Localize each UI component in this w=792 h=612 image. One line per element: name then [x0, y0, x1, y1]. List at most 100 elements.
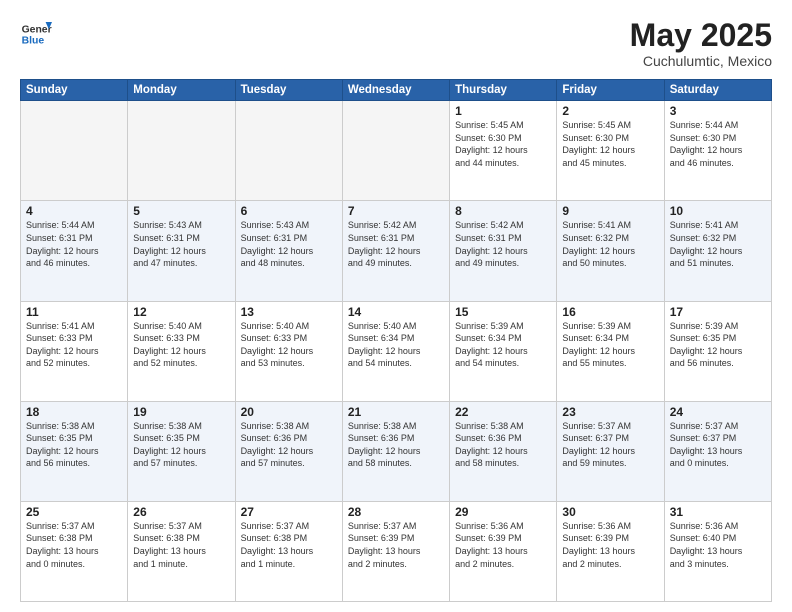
day-info: Sunrise: 5:38 AM Sunset: 6:35 PM Dayligh…	[133, 420, 229, 470]
day-info: Sunrise: 5:39 AM Sunset: 6:35 PM Dayligh…	[670, 320, 766, 370]
day-info: Sunrise: 5:44 AM Sunset: 6:31 PM Dayligh…	[26, 219, 122, 269]
calendar-cell: 30Sunrise: 5:36 AM Sunset: 6:39 PM Dayli…	[557, 501, 664, 601]
week-row-5: 25Sunrise: 5:37 AM Sunset: 6:38 PM Dayli…	[21, 501, 772, 601]
day-info: Sunrise: 5:37 AM Sunset: 6:37 PM Dayligh…	[562, 420, 658, 470]
calendar-cell: 26Sunrise: 5:37 AM Sunset: 6:38 PM Dayli…	[128, 501, 235, 601]
day-number: 25	[26, 505, 122, 519]
calendar-cell: 22Sunrise: 5:38 AM Sunset: 6:36 PM Dayli…	[450, 401, 557, 501]
title-block: May 2025 Cuchulumtic, Mexico	[630, 18, 772, 69]
generalblue-icon: General Blue	[20, 18, 52, 50]
weekday-header-monday: Monday	[128, 80, 235, 101]
day-info: Sunrise: 5:42 AM Sunset: 6:31 PM Dayligh…	[455, 219, 551, 269]
day-number: 1	[455, 104, 551, 118]
day-info: Sunrise: 5:37 AM Sunset: 6:38 PM Dayligh…	[241, 520, 337, 570]
calendar-cell: 5Sunrise: 5:43 AM Sunset: 6:31 PM Daylig…	[128, 201, 235, 301]
day-info: Sunrise: 5:37 AM Sunset: 6:39 PM Dayligh…	[348, 520, 444, 570]
calendar-table: SundayMondayTuesdayWednesdayThursdayFrid…	[20, 79, 772, 602]
calendar-cell: 20Sunrise: 5:38 AM Sunset: 6:36 PM Dayli…	[235, 401, 342, 501]
calendar-title: May 2025	[630, 18, 772, 53]
week-row-2: 4Sunrise: 5:44 AM Sunset: 6:31 PM Daylig…	[21, 201, 772, 301]
calendar-cell: 23Sunrise: 5:37 AM Sunset: 6:37 PM Dayli…	[557, 401, 664, 501]
logo: General Blue	[20, 18, 52, 50]
calendar-cell: 24Sunrise: 5:37 AM Sunset: 6:37 PM Dayli…	[664, 401, 771, 501]
day-number: 23	[562, 405, 658, 419]
day-number: 9	[562, 204, 658, 218]
day-number: 2	[562, 104, 658, 118]
calendar-subtitle: Cuchulumtic, Mexico	[630, 53, 772, 69]
day-info: Sunrise: 5:40 AM Sunset: 6:33 PM Dayligh…	[241, 320, 337, 370]
day-info: Sunrise: 5:45 AM Sunset: 6:30 PM Dayligh…	[455, 119, 551, 169]
day-info: Sunrise: 5:36 AM Sunset: 6:39 PM Dayligh…	[562, 520, 658, 570]
weekday-header-thursday: Thursday	[450, 80, 557, 101]
weekday-header-friday: Friday	[557, 80, 664, 101]
calendar-cell: 27Sunrise: 5:37 AM Sunset: 6:38 PM Dayli…	[235, 501, 342, 601]
day-info: Sunrise: 5:41 AM Sunset: 6:32 PM Dayligh…	[562, 219, 658, 269]
day-number: 3	[670, 104, 766, 118]
calendar-cell: 15Sunrise: 5:39 AM Sunset: 6:34 PM Dayli…	[450, 301, 557, 401]
day-number: 18	[26, 405, 122, 419]
day-info: Sunrise: 5:44 AM Sunset: 6:30 PM Dayligh…	[670, 119, 766, 169]
calendar-cell: 21Sunrise: 5:38 AM Sunset: 6:36 PM Dayli…	[342, 401, 449, 501]
calendar-cell: 16Sunrise: 5:39 AM Sunset: 6:34 PM Dayli…	[557, 301, 664, 401]
day-info: Sunrise: 5:41 AM Sunset: 6:32 PM Dayligh…	[670, 219, 766, 269]
day-info: Sunrise: 5:40 AM Sunset: 6:33 PM Dayligh…	[133, 320, 229, 370]
day-info: Sunrise: 5:40 AM Sunset: 6:34 PM Dayligh…	[348, 320, 444, 370]
day-info: Sunrise: 5:36 AM Sunset: 6:39 PM Dayligh…	[455, 520, 551, 570]
day-number: 28	[348, 505, 444, 519]
day-info: Sunrise: 5:37 AM Sunset: 6:37 PM Dayligh…	[670, 420, 766, 470]
calendar-cell: 25Sunrise: 5:37 AM Sunset: 6:38 PM Dayli…	[21, 501, 128, 601]
weekday-header-sunday: Sunday	[21, 80, 128, 101]
week-row-4: 18Sunrise: 5:38 AM Sunset: 6:35 PM Dayli…	[21, 401, 772, 501]
day-info: Sunrise: 5:37 AM Sunset: 6:38 PM Dayligh…	[133, 520, 229, 570]
day-number: 31	[670, 505, 766, 519]
day-info: Sunrise: 5:45 AM Sunset: 6:30 PM Dayligh…	[562, 119, 658, 169]
calendar-cell: 2Sunrise: 5:45 AM Sunset: 6:30 PM Daylig…	[557, 101, 664, 201]
day-number: 14	[348, 305, 444, 319]
calendar-cell: 13Sunrise: 5:40 AM Sunset: 6:33 PM Dayli…	[235, 301, 342, 401]
weekday-header-saturday: Saturday	[664, 80, 771, 101]
header: General Blue May 2025 Cuchulumtic, Mexic…	[20, 18, 772, 69]
calendar-cell: 19Sunrise: 5:38 AM Sunset: 6:35 PM Dayli…	[128, 401, 235, 501]
calendar-cell: 9Sunrise: 5:41 AM Sunset: 6:32 PM Daylig…	[557, 201, 664, 301]
day-number: 13	[241, 305, 337, 319]
day-info: Sunrise: 5:42 AM Sunset: 6:31 PM Dayligh…	[348, 219, 444, 269]
day-number: 6	[241, 204, 337, 218]
day-info: Sunrise: 5:43 AM Sunset: 6:31 PM Dayligh…	[133, 219, 229, 269]
day-number: 22	[455, 405, 551, 419]
svg-text:Blue: Blue	[22, 36, 45, 47]
day-number: 26	[133, 505, 229, 519]
day-number: 24	[670, 405, 766, 419]
day-info: Sunrise: 5:38 AM Sunset: 6:35 PM Dayligh…	[26, 420, 122, 470]
calendar-cell: 11Sunrise: 5:41 AM Sunset: 6:33 PM Dayli…	[21, 301, 128, 401]
day-number: 19	[133, 405, 229, 419]
day-info: Sunrise: 5:37 AM Sunset: 6:38 PM Dayligh…	[26, 520, 122, 570]
calendar-cell	[21, 101, 128, 201]
calendar-cell: 12Sunrise: 5:40 AM Sunset: 6:33 PM Dayli…	[128, 301, 235, 401]
day-info: Sunrise: 5:36 AM Sunset: 6:40 PM Dayligh…	[670, 520, 766, 570]
calendar-cell: 14Sunrise: 5:40 AM Sunset: 6:34 PM Dayli…	[342, 301, 449, 401]
day-number: 30	[562, 505, 658, 519]
calendar-cell: 8Sunrise: 5:42 AM Sunset: 6:31 PM Daylig…	[450, 201, 557, 301]
calendar-cell: 29Sunrise: 5:36 AM Sunset: 6:39 PM Dayli…	[450, 501, 557, 601]
calendar-cell: 4Sunrise: 5:44 AM Sunset: 6:31 PM Daylig…	[21, 201, 128, 301]
calendar-cell: 7Sunrise: 5:42 AM Sunset: 6:31 PM Daylig…	[342, 201, 449, 301]
calendar-cell	[342, 101, 449, 201]
day-info: Sunrise: 5:41 AM Sunset: 6:33 PM Dayligh…	[26, 320, 122, 370]
calendar-cell: 17Sunrise: 5:39 AM Sunset: 6:35 PM Dayli…	[664, 301, 771, 401]
day-number: 7	[348, 204, 444, 218]
day-number: 27	[241, 505, 337, 519]
calendar-page: General Blue May 2025 Cuchulumtic, Mexic…	[0, 0, 792, 612]
day-number: 29	[455, 505, 551, 519]
day-number: 17	[670, 305, 766, 319]
week-row-1: 1Sunrise: 5:45 AM Sunset: 6:30 PM Daylig…	[21, 101, 772, 201]
day-info: Sunrise: 5:43 AM Sunset: 6:31 PM Dayligh…	[241, 219, 337, 269]
day-number: 20	[241, 405, 337, 419]
day-info: Sunrise: 5:39 AM Sunset: 6:34 PM Dayligh…	[562, 320, 658, 370]
day-info: Sunrise: 5:38 AM Sunset: 6:36 PM Dayligh…	[455, 420, 551, 470]
calendar-cell: 3Sunrise: 5:44 AM Sunset: 6:30 PM Daylig…	[664, 101, 771, 201]
calendar-cell: 1Sunrise: 5:45 AM Sunset: 6:30 PM Daylig…	[450, 101, 557, 201]
day-number: 8	[455, 204, 551, 218]
weekday-header-tuesday: Tuesday	[235, 80, 342, 101]
calendar-cell: 31Sunrise: 5:36 AM Sunset: 6:40 PM Dayli…	[664, 501, 771, 601]
week-row-3: 11Sunrise: 5:41 AM Sunset: 6:33 PM Dayli…	[21, 301, 772, 401]
